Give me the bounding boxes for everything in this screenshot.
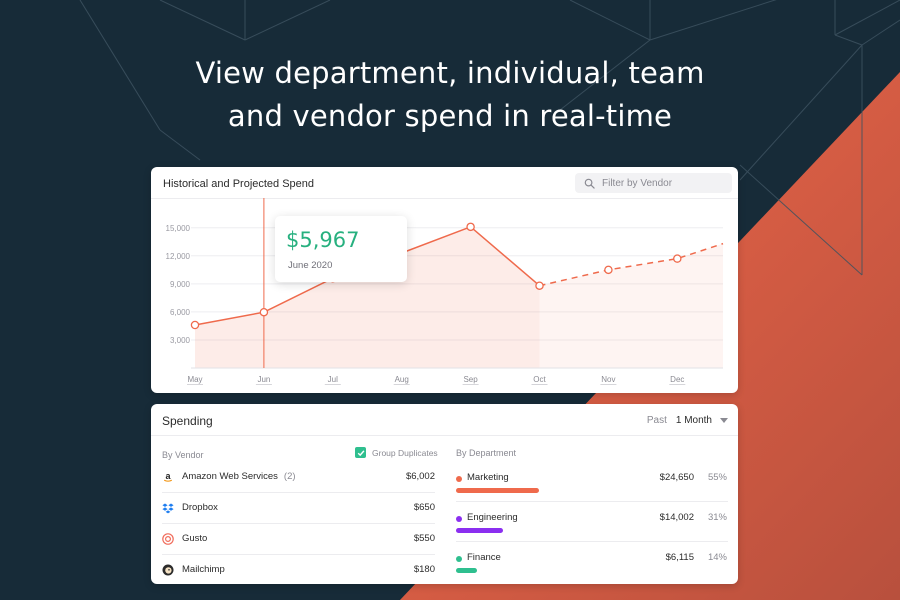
mailchimp-icon xyxy=(162,564,174,576)
projected-point xyxy=(604,265,613,275)
vendor-name: Gusto xyxy=(182,533,208,544)
historical-point xyxy=(259,307,269,317)
vendor-name: Mailchimp xyxy=(182,564,225,575)
vendor-name: Amazon Web Services xyxy=(182,471,278,482)
period-label: Past xyxy=(646,415,667,426)
vendor-count: (2) xyxy=(283,471,296,482)
group-duplicates-toggle[interactable]: Group Duplicates xyxy=(355,447,438,458)
amazon-icon: a xyxy=(162,471,174,483)
period-value[interactable]: 1 Month xyxy=(676,415,712,426)
vendor-row-dropbox[interactable]: Dropbox $650 xyxy=(162,492,435,523)
department-row-engineering[interactable]: Engineering $14,002 31% xyxy=(456,510,728,550)
department-bar xyxy=(456,488,539,493)
period-selector[interactable]: Past 1 Month xyxy=(647,415,728,426)
headline-line-2: and vendor spend in real-time xyxy=(227,99,673,133)
by-vendor-heading: By Vendor xyxy=(162,450,204,460)
vendor-amount: $180 xyxy=(413,564,435,575)
department-row-finance[interactable]: Finance $6,115 14% xyxy=(456,550,728,584)
spending-card: Spending Past 1 Month By Vendor Group Du… xyxy=(151,404,738,584)
department-name: Engineering xyxy=(467,512,518,523)
department-percent: 31% xyxy=(707,512,727,523)
y-tick-label: 3,000 xyxy=(170,336,191,345)
department-name: Finance xyxy=(467,552,501,563)
spend-chart: 15,000 12,000 9,000 6,000 3,000 May Jun Jul Aug S… xyxy=(166,198,724,385)
row-divider xyxy=(456,501,728,502)
x-tick-label: Sep xyxy=(463,375,478,384)
vendor-amount: $650 xyxy=(413,502,435,513)
department-dot xyxy=(456,476,462,482)
department-dot xyxy=(456,556,462,562)
department-amount: $24,650 xyxy=(659,472,694,483)
historical-point xyxy=(466,222,475,232)
row-divider xyxy=(456,541,728,542)
tooltip-date: June 2020 xyxy=(288,260,333,271)
svg-text:a: a xyxy=(165,471,171,481)
vendor-name: Dropbox xyxy=(182,502,218,513)
tooltip-amount: $5,967 xyxy=(286,228,360,252)
department-percent: 14% xyxy=(707,552,727,563)
vendor-row-mailchimp[interactable]: Mailchimp $180 xyxy=(162,554,435,584)
gusto-icon xyxy=(162,532,174,545)
vendor-amount: $6,002 xyxy=(405,471,435,482)
y-tick-label: 15,000 xyxy=(166,224,191,233)
department-amount: $14,002 xyxy=(659,512,694,523)
department-row-marketing[interactable]: Marketing $24,650 55% xyxy=(456,470,728,510)
department-bar xyxy=(456,568,477,573)
checkbox-checked-icon[interactable] xyxy=(355,447,366,458)
x-tick-label: Nov xyxy=(601,375,615,384)
projected-point xyxy=(673,254,682,263)
x-tick-label: Dec xyxy=(670,375,684,384)
spending-title: Spending xyxy=(162,414,213,428)
headline: View department, individual, team and ve… xyxy=(0,52,900,138)
y-tick-label: 12,000 xyxy=(166,252,191,261)
chevron-down-icon[interactable] xyxy=(720,418,728,423)
x-tick-label: Oct xyxy=(533,375,546,384)
department-dot xyxy=(456,516,462,522)
historical-point xyxy=(190,320,200,330)
x-tick-label: May xyxy=(187,375,202,384)
y-tick-label: 9,000 xyxy=(170,280,191,289)
dropbox-icon xyxy=(162,502,174,514)
department-bar xyxy=(456,528,503,533)
x-tick-label: Jul xyxy=(328,375,338,384)
department-name: Marketing xyxy=(467,472,509,483)
department-percent: 55% xyxy=(707,472,727,483)
projected-area xyxy=(539,243,723,368)
y-tick-label: 6,000 xyxy=(170,308,191,317)
department-amount: $6,115 xyxy=(665,552,694,563)
vendor-row-amazon[interactable]: a Amazon Web Services (2) $6,002 xyxy=(162,461,435,492)
spend-chart-card: Historical and Projected Spend 15,00012,… xyxy=(151,167,738,393)
x-tick-label: Jun xyxy=(257,375,270,384)
vendor-amount: $550 xyxy=(413,533,435,544)
headline-line-1: View department, individual, team xyxy=(195,56,705,90)
historical-point xyxy=(535,281,544,290)
group-duplicates-label: Group Duplicates xyxy=(372,447,438,458)
by-department-heading: By Department xyxy=(456,448,517,458)
chart-tooltip: $5,967 June 2020 xyxy=(275,216,407,282)
vendor-row-gusto[interactable]: Gusto $550 xyxy=(162,523,435,554)
spending-header-divider xyxy=(151,435,738,436)
x-tick-label: Aug xyxy=(395,375,409,384)
